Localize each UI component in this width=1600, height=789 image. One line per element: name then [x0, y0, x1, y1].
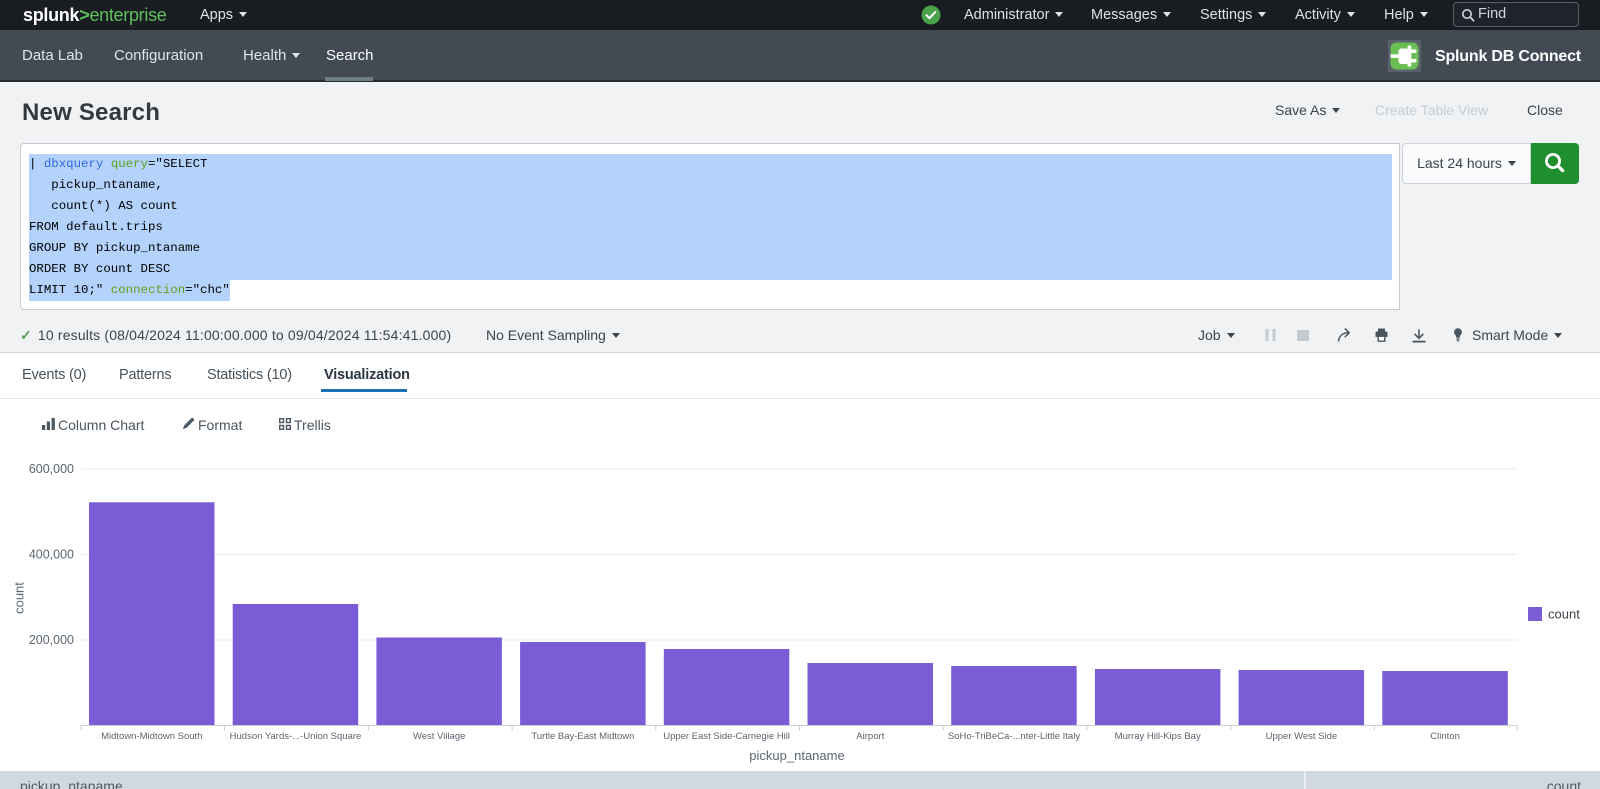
svg-text:Midtown-Midtown South: Midtown-Midtown South: [101, 731, 202, 742]
svg-text:SoHo-TriBeCa-...nter-Little It: SoHo-TriBeCa-...nter-Little Italy: [948, 731, 1080, 742]
svg-text:count: count: [12, 582, 27, 614]
svg-text:Upper West Side: Upper West Side: [1266, 731, 1338, 742]
svg-text:Turtle Bay-East Midtown: Turtle Bay-East Midtown: [531, 731, 634, 742]
svg-text:Murray Hill-Kips Bay: Murray Hill-Kips Bay: [1115, 731, 1201, 742]
svg-text:West Village: West Village: [413, 731, 465, 742]
svg-text:pickup_ntaname: pickup_ntaname: [749, 748, 844, 763]
svg-text:200,000: 200,000: [29, 633, 74, 647]
svg-text:count: count: [1548, 607, 1580, 622]
svg-text:600,000: 600,000: [29, 462, 74, 476]
svg-text:Airport: Airport: [856, 731, 884, 742]
svg-text:Upper East Side-Carnegie Hill: Upper East Side-Carnegie Hill: [663, 731, 790, 742]
svg-text:400,000: 400,000: [29, 548, 74, 562]
svg-text:Clinton: Clinton: [1430, 731, 1460, 742]
svg-text:Hudson Yards-...-Union Square: Hudson Yards-...-Union Square: [230, 731, 362, 742]
